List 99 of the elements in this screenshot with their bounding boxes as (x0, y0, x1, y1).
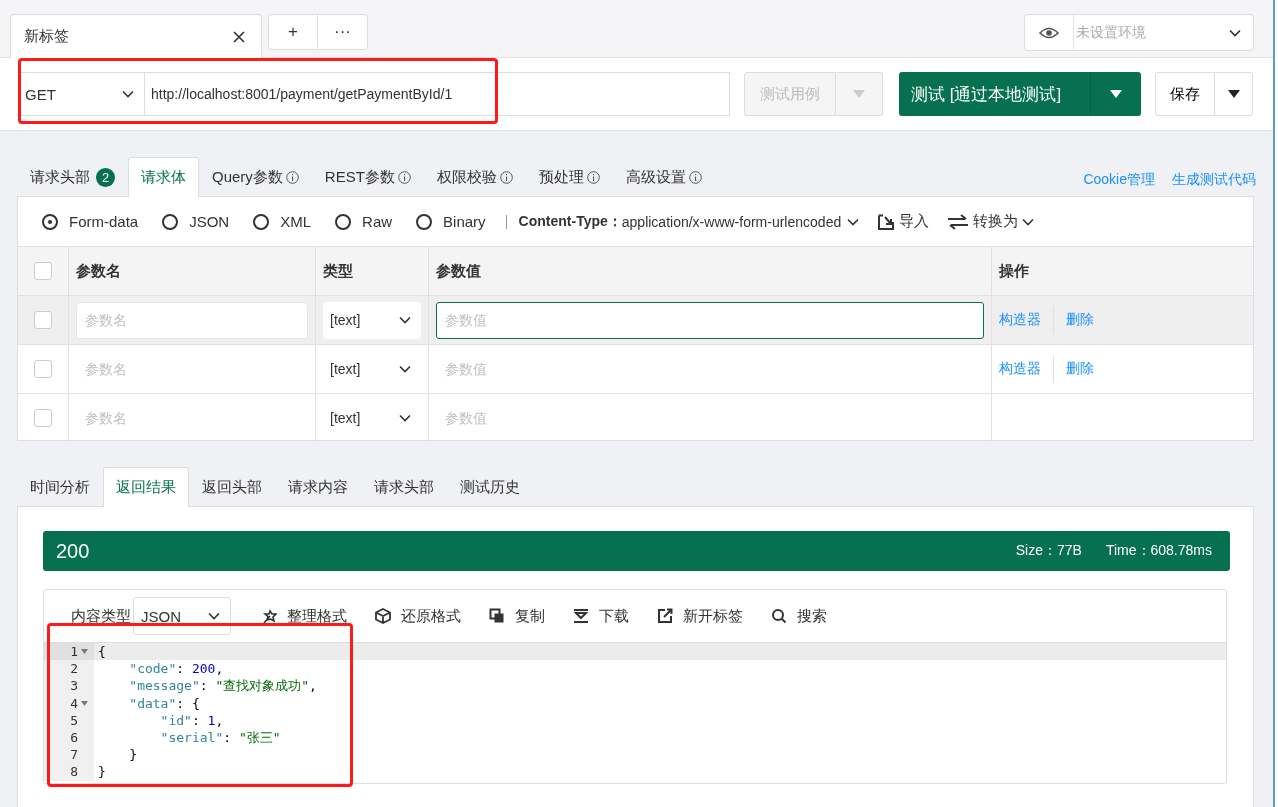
column-header: 参数值 (429, 247, 992, 295)
column-header: 参数名 (69, 247, 316, 295)
tab[interactable]: 请求头部 (361, 467, 447, 506)
close-icon (233, 30, 245, 43)
chevron-icon (1229, 28, 1241, 37)
radio-button[interactable] (335, 213, 352, 230)
code-line: "id": 1, (159, 711, 224, 729)
value-field[interactable]: 参数值 (436, 399, 984, 437)
radio-option[interactable]: XML (253, 213, 312, 230)
download-tray-icon (573, 608, 589, 624)
radio-option[interactable]: Raw (335, 213, 393, 230)
code-line: } (128, 746, 138, 764)
tab[interactable]: 返回头部 (189, 467, 275, 506)
radio-option[interactable]: Binary (416, 213, 486, 230)
search-icon (771, 608, 787, 624)
radio-button[interactable] (416, 213, 433, 230)
chevron-icon (122, 90, 134, 98)
checkbox[interactable] (34, 262, 52, 280)
tab[interactable]: 高级设置 (612, 157, 715, 196)
type-select[interactable]: [text] (323, 350, 421, 388)
eye-icon (1039, 26, 1059, 39)
tab[interactable]: 时间分析 (17, 467, 103, 506)
line-number: 2 (70, 660, 78, 678)
count-badge: 2 (96, 167, 115, 187)
tab[interactable]: 返回结果 (103, 467, 189, 507)
wand-icon (261, 608, 277, 624)
toolbar-button[interactable]: 新开标签 (657, 606, 743, 626)
dropdown-button[interactable] (1215, 72, 1253, 116)
code-line: "message": "查找对象成功", (128, 677, 317, 695)
code-line: "data": { (128, 694, 200, 712)
more-button[interactable]: ··· (318, 14, 368, 50)
name-field[interactable]: 参数名 (76, 301, 308, 339)
import-button[interactable]: 导入 (877, 212, 930, 231)
size-text: Size：77B (1015, 542, 1082, 560)
name-field[interactable]: 参数名 (76, 350, 308, 388)
caret-icon (853, 90, 865, 98)
run-test-button[interactable]: 测试 [通过本地测试] (899, 72, 1091, 116)
external-link-icon (657, 608, 673, 624)
column-header: 操作 (998, 260, 1030, 281)
copy-icon (489, 608, 505, 624)
swap-arrows-icon (947, 213, 970, 230)
tab[interactable]: REST参数 (311, 157, 424, 196)
line-number: 8 (70, 763, 78, 781)
code-line: } (97, 763, 106, 781)
toolbar-button[interactable]: 复制 (489, 606, 545, 626)
radio-button[interactable] (42, 213, 58, 230)
tab[interactable]: 请求头部 2 (17, 157, 128, 196)
toolbar-button[interactable]: 搜索 (771, 606, 827, 626)
line-number: 5 (70, 711, 78, 729)
tab[interactable]: 预处理 (525, 157, 613, 196)
chevron-icon (1022, 217, 1035, 226)
code-line: { (97, 643, 106, 661)
content-type-label: 内容类型 (71, 606, 131, 626)
cube-icon (375, 608, 391, 624)
chevron-icon (847, 217, 860, 226)
chevron-icon (208, 612, 220, 620)
checkbox[interactable] (34, 360, 52, 378)
content-type-select[interactable]: JSON (133, 597, 231, 635)
toolbar-button[interactable]: 还原格式 (375, 606, 461, 626)
tab[interactable]: 请求内容 (275, 467, 361, 506)
line-number: 6 (70, 728, 78, 747)
line-number: 3 (70, 677, 78, 695)
line-number: 1 (70, 643, 78, 661)
tab[interactable]: Query参数 (199, 157, 312, 196)
radio-option[interactable]: Form-data (42, 213, 139, 230)
chevron-icon (399, 365, 411, 373)
radio-button[interactable] (253, 213, 270, 230)
name-field[interactable]: 参数名 (76, 399, 308, 437)
line-number: 4 (70, 694, 78, 712)
value-field[interactable]: 参数值 (436, 301, 984, 339)
radio-button[interactable] (162, 213, 179, 230)
value-field[interactable]: 参数值 (436, 350, 984, 388)
tab[interactable]: 权限校验 (423, 157, 526, 196)
caret-icon (1227, 90, 1240, 98)
save-button[interactable]: 保存 (1155, 72, 1215, 116)
convert-menu[interactable]: 转换为 (947, 212, 1035, 231)
status-code: 200 (56, 539, 90, 563)
type-select[interactable]: [text] (323, 301, 421, 339)
code-line: "serial": "张三" (159, 728, 281, 747)
import-icon (877, 213, 896, 230)
column-header: 类型 (316, 247, 429, 295)
content-type-select[interactable]: Content-Type：application/x-www-form-urlencoded (518, 212, 860, 231)
chevron-icon (399, 414, 411, 422)
checkbox[interactable] (34, 311, 52, 329)
toolbar-button[interactable]: 整理格式 (261, 606, 347, 626)
checkbox[interactable] (34, 409, 52, 427)
time-text: Time：608.78ms (1105, 542, 1212, 560)
caret-icon (1110, 90, 1122, 98)
code-line: "code": 200, (128, 660, 224, 678)
url-field[interactable]: http://localhost:8001/payment/getPaymentById/1 (145, 72, 730, 116)
radio-option[interactable]: JSON (162, 213, 230, 230)
type-select[interactable]: [text] (323, 399, 421, 437)
document-tab[interactable]: 新标签 (10, 14, 262, 58)
add-tab-button[interactable]: + (268, 14, 318, 50)
tab[interactable]: 请求体 (128, 157, 199, 197)
toolbar-button[interactable]: 下载 (573, 606, 629, 626)
line-number: 7 (70, 746, 78, 764)
chevron-icon (399, 316, 411, 324)
tab[interactable]: 测试历史 (447, 467, 533, 506)
